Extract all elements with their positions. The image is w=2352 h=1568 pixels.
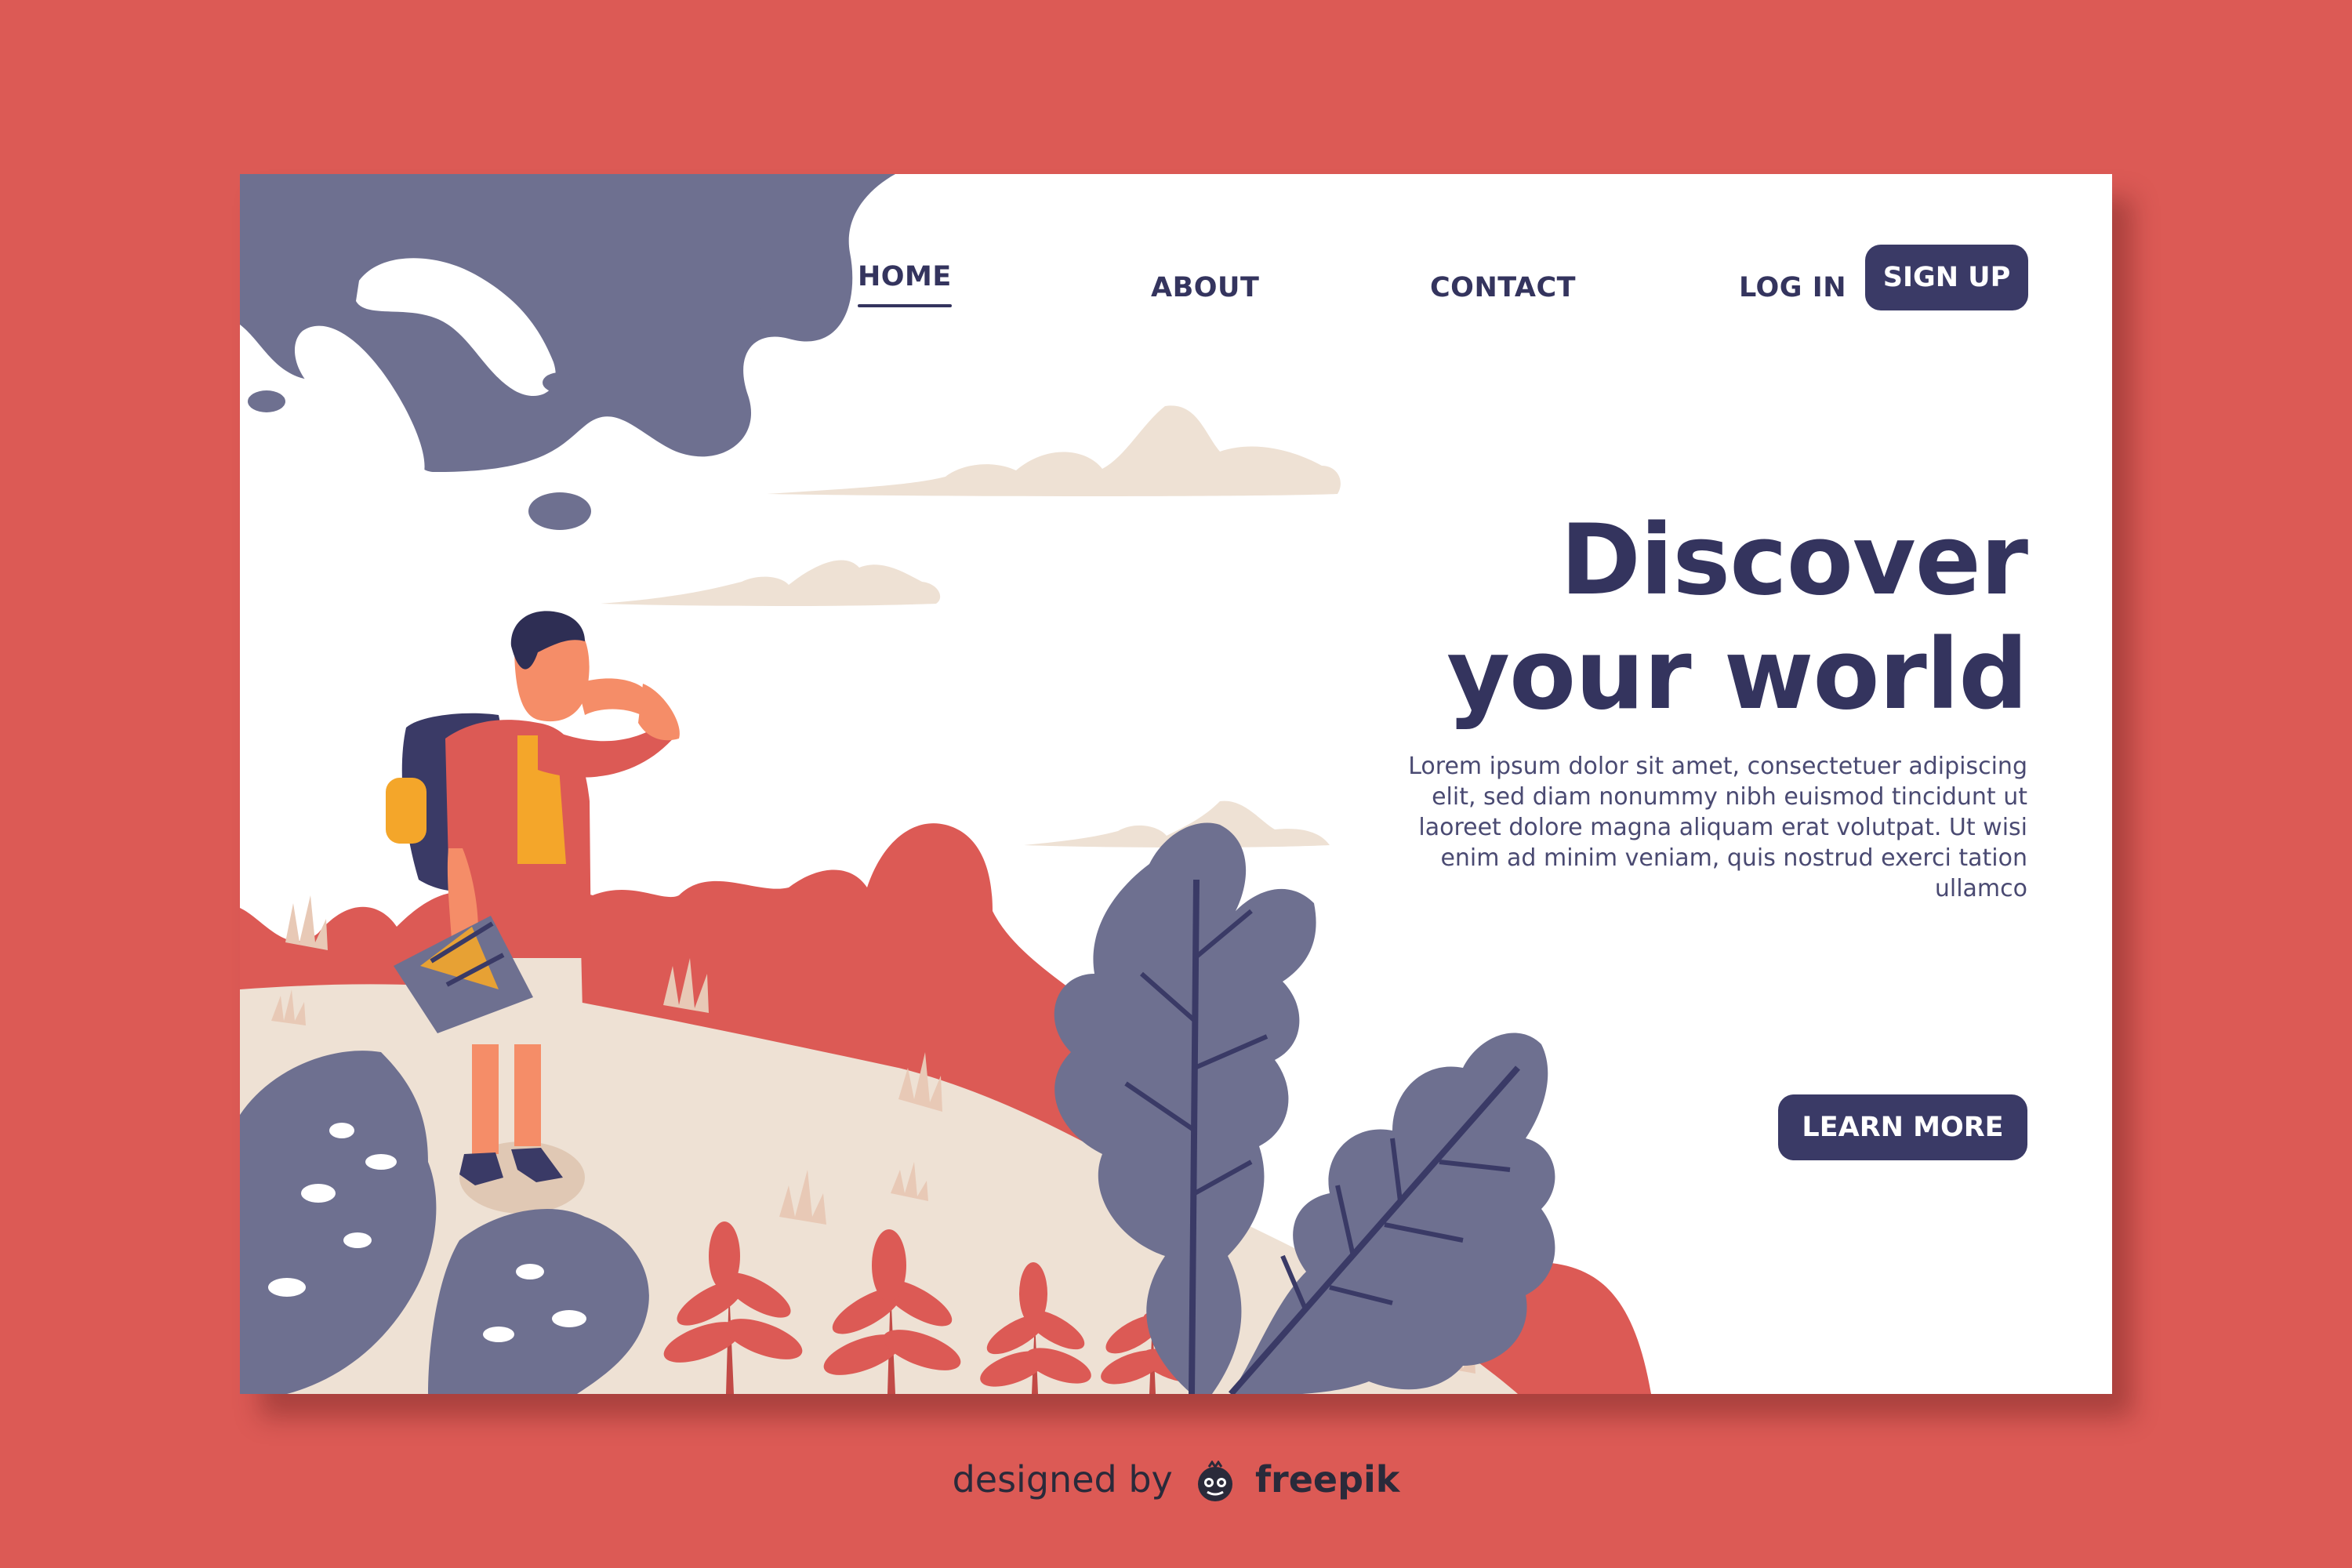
credit-brand: freepik xyxy=(1255,1458,1400,1501)
nav-home-label: HOME xyxy=(858,261,952,292)
credit-prefix: designed by xyxy=(952,1458,1173,1501)
learn-more-button[interactable]: LEARN MORE xyxy=(1778,1094,2027,1160)
active-underline xyxy=(858,304,952,307)
freepik-logo xyxy=(1198,1460,1233,1501)
designer-credit: designed by freepik xyxy=(0,1458,2352,1504)
login-link[interactable]: LOG IN xyxy=(1739,260,1846,315)
hero-body-text: Lorem ipsum dolor sit amet, consectetuer… xyxy=(1408,753,2027,902)
headline-line-1: Discover xyxy=(1559,504,2028,617)
hero-headline: Discover your world xyxy=(1322,503,2028,732)
cloud-1 xyxy=(767,405,1341,496)
signup-button[interactable]: SIGN UP xyxy=(1865,245,2028,310)
nav-home[interactable]: HOME xyxy=(858,249,952,307)
cloud-2 xyxy=(601,560,941,606)
nav-about[interactable]: ABOUT xyxy=(1151,260,1259,315)
nav-contact[interactable]: CONTACT xyxy=(1430,260,1576,315)
landing-page-card: HOME ABOUT CONTACT LOG IN SIGN UP Discov… xyxy=(240,174,2112,1394)
paint-splash xyxy=(240,174,895,530)
headline-line-2: your world xyxy=(1446,619,2028,731)
